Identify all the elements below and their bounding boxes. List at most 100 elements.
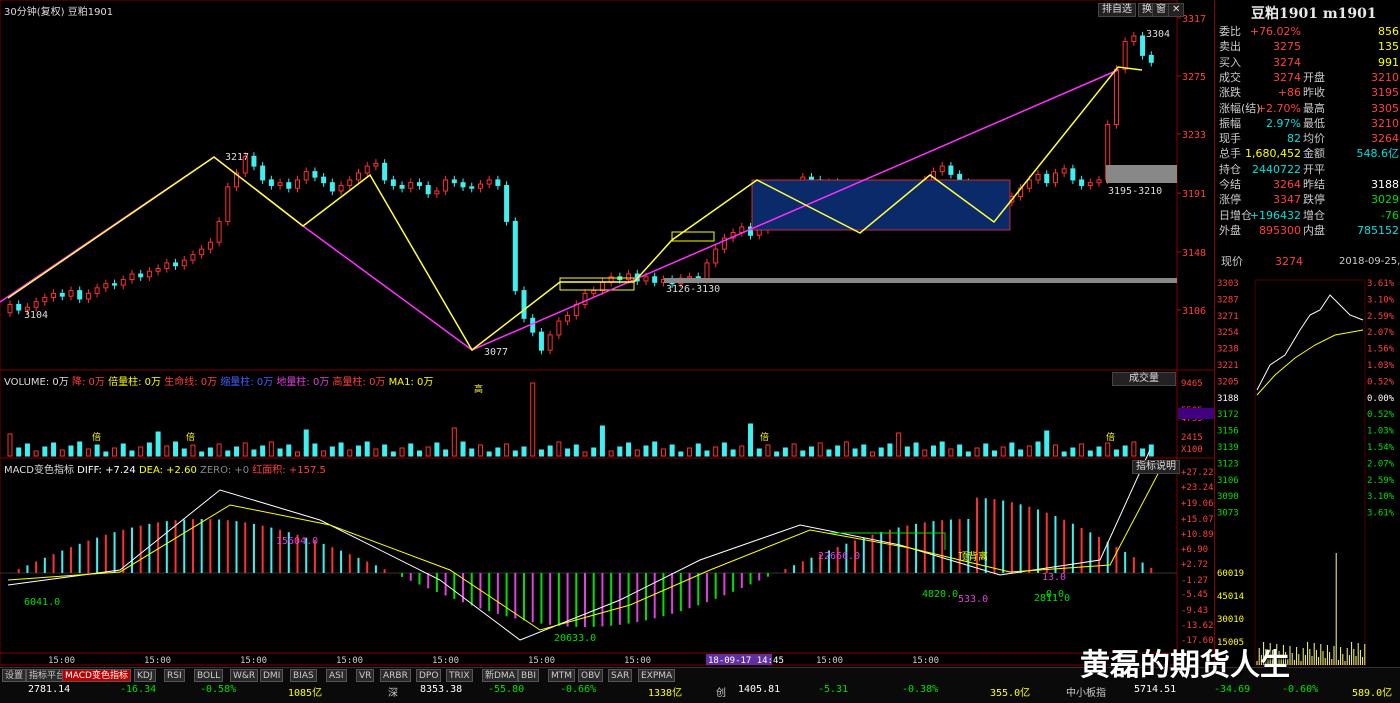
macd-annotation: 6041.0 — [24, 597, 60, 608]
candle-body — [1087, 182, 1093, 186]
indicator-tab[interactable]: EXPMA — [638, 669, 676, 682]
peak-label: 3217 — [225, 152, 249, 163]
indicator-tab[interactable]: MTM — [548, 669, 576, 682]
close-icon[interactable]: ✕ — [1168, 3, 1185, 17]
candle-body — [556, 320, 562, 336]
quote-right-value: 991 — [1378, 55, 1399, 69]
indicator-tab[interactable]: W&R — [230, 669, 259, 682]
indicator-tab[interactable]: BBI — [518, 669, 540, 682]
indicator-tab[interactable]: KDJ — [134, 669, 156, 682]
price-axis-label: 3148 — [1182, 248, 1206, 259]
indicator-tab[interactable]: 新DMA — [482, 669, 518, 682]
quote-label: 涨停 — [1219, 193, 1241, 207]
indicator-tab[interactable]: BOLL — [194, 669, 224, 682]
quote-right-value: 3210 — [1371, 70, 1399, 84]
indicator-tab[interactable]: VR — [356, 669, 375, 682]
candle-body — [547, 334, 553, 351]
volume-bar — [652, 441, 658, 457]
quote-value: 3274 — [1273, 55, 1301, 69]
zone1-label: 3126-3130 — [666, 284, 720, 295]
time-axis-label: 15:00 — [528, 656, 555, 666]
index-value: -5.31 — [818, 684, 849, 695]
indicator-tab[interactable]: ARBR — [380, 669, 411, 682]
volume-bar — [1122, 445, 1128, 457]
mini-right-axis: 1.03% — [1367, 427, 1395, 437]
mini-left-axis: 3139 — [1217, 443, 1239, 453]
watchlist-button[interactable]: 排自选 — [1098, 3, 1136, 17]
macd-axis-label: -5.45 — [1181, 590, 1208, 600]
volume-bar — [42, 446, 48, 457]
indicator-tab[interactable]: 设置 — [2, 669, 27, 682]
volume-bar — [103, 451, 109, 457]
vol-label: VOLUME: 0万 — [4, 377, 69, 388]
macd-axis-label: +23.24 — [1181, 483, 1214, 493]
quote-right-label: 内盘 — [1303, 223, 1325, 237]
volume-bar — [51, 442, 57, 457]
indicator-tab[interactable]: ASI — [326, 669, 347, 682]
candle-body — [939, 165, 945, 173]
quote-value: +196432 — [1249, 208, 1301, 222]
quote-value: 3274 — [1273, 70, 1301, 84]
volume-bar — [190, 444, 196, 457]
candle-body — [286, 182, 292, 189]
volume-bar — [242, 442, 248, 457]
quote-label: 现手 — [1219, 132, 1241, 146]
mini-right-axis: 1.56% — [1367, 345, 1395, 355]
candle-body — [434, 190, 440, 195]
candle-body — [94, 287, 100, 294]
candle-body — [704, 262, 710, 281]
volume-bar — [486, 451, 492, 457]
volume-bar — [1140, 448, 1146, 457]
candle-body — [565, 315, 571, 322]
candle-body — [295, 179, 300, 189]
volume-bar — [399, 447, 405, 457]
volume-bar — [826, 449, 832, 457]
indicator-help-button[interactable]: 指标说明 — [1132, 460, 1180, 474]
index-value: -16.34 — [120, 684, 157, 695]
macd-axis-label: -1.27 — [1181, 576, 1208, 586]
volume-bar — [748, 423, 754, 457]
candle-body — [1140, 35, 1146, 56]
volume-bar — [861, 444, 867, 457]
candle-body — [469, 186, 475, 189]
quote-right-label: 跌停 — [1303, 193, 1325, 207]
time-axis-label: 15:00 — [624, 656, 651, 666]
indicator-tab[interactable]: DMI — [260, 669, 284, 682]
indicator-tab[interactable]: OBV — [578, 669, 604, 682]
candle-body — [460, 182, 466, 188]
indicator-tab[interactable]: BIAS — [290, 669, 317, 682]
window-title: 30分钟(复权) 豆粕1901 — [4, 7, 114, 18]
candle-body — [443, 179, 449, 192]
candle-body — [1131, 35, 1137, 43]
indicator-tab[interactable]: MACD变色指标 — [62, 669, 131, 682]
indicator-tab[interactable]: TRIX — [446, 669, 473, 682]
volume-bar — [774, 451, 780, 457]
candle-body — [495, 179, 501, 186]
volume-type-button[interactable]: 成交量 — [1112, 372, 1176, 386]
kline-chart-area[interactable]: 3317 3275 3233 3191 3148 3106 3304 3217 3104 3077… — [0, 0, 1214, 667]
volume-bar — [382, 444, 388, 457]
mini-left-axis: 30010 — [1217, 615, 1244, 625]
time-axis-label: 15:00 — [336, 656, 363, 666]
candle-body — [416, 182, 422, 186]
intraday-mini-chart[interactable]: 3303 3287 3271 3254 3238 3221 3205 3188 3172 3156… — [1215, 270, 1400, 670]
time-axis-label: 15:00 — [816, 656, 843, 666]
index-value: -0.60% — [1282, 684, 1319, 695]
candle-body — [538, 331, 544, 351]
volume-bar — [1096, 446, 1102, 457]
candle-body — [16, 303, 22, 311]
quote-row: 委比 +76.02% 856 — [1215, 24, 1400, 39]
volume-bar — [329, 446, 335, 457]
candle-body — [756, 229, 762, 236]
index-value: -0.58% — [200, 684, 237, 695]
volume-bar — [477, 444, 483, 457]
mini-right-axis: 1.54% — [1367, 443, 1395, 453]
volume-bar — [870, 451, 875, 457]
indicator-tab[interactable]: DPO — [416, 669, 442, 682]
low-label: 3077 — [484, 347, 508, 358]
indicator-tab[interactable]: SAR — [608, 669, 633, 682]
quote-label: 持仓 — [1219, 162, 1241, 176]
candle-body — [277, 182, 283, 186]
indicator-tab[interactable]: RSI — [164, 669, 185, 682]
volume-bar — [1079, 443, 1085, 457]
